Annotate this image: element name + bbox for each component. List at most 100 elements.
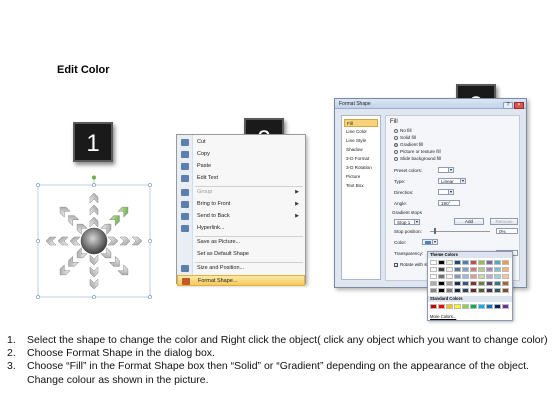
color-swatch[interactable]: [494, 288, 501, 293]
menu-item-cut[interactable]: Cut: [177, 137, 305, 148]
color-swatch[interactable]: [486, 304, 493, 309]
color-swatch[interactable]: [502, 260, 509, 265]
menu-item-bring-to-front[interactable]: Bring to Front ▶: [177, 199, 305, 210]
menu-item-paste[interactable]: Paste: [177, 161, 305, 172]
nav-item-fill[interactable]: Fill: [344, 119, 378, 127]
radio-button[interactable]: [394, 135, 398, 140]
color-swatch[interactable]: [446, 274, 453, 279]
color-swatch[interactable]: [502, 288, 509, 293]
color-swatch[interactable]: [430, 304, 437, 309]
fill-option-0[interactable]: No fill: [394, 128, 412, 133]
fill-option-3[interactable]: Picture or texture fill: [394, 149, 441, 154]
color-swatch[interactable]: [438, 288, 445, 293]
color-swatch[interactable]: [470, 281, 477, 286]
close-button[interactable]: ×: [514, 102, 524, 109]
stop-dropdown[interactable]: Stop 1 ▼: [394, 219, 420, 225]
color-swatch[interactable]: [454, 267, 461, 272]
radio-button[interactable]: [394, 156, 398, 161]
nav-item-shadow[interactable]: Shadow: [344, 146, 378, 154]
menu-item-save-as-picture[interactable]: Save as Picture...: [177, 237, 305, 248]
color-swatch[interactable]: [462, 304, 469, 309]
radio-button[interactable]: [394, 149, 398, 154]
color-swatch[interactable]: [478, 260, 485, 265]
color-swatch[interactable]: [446, 288, 453, 293]
color-swatch[interactable]: [454, 304, 461, 309]
type-dropdown[interactable]: Linear ▼: [438, 178, 466, 184]
color-swatch[interactable]: [478, 304, 485, 309]
color-swatch[interactable]: [454, 274, 461, 279]
color-swatch[interactable]: [494, 260, 501, 265]
color-swatch[interactable]: [446, 267, 453, 272]
rotate-handle[interactable]: [92, 175, 96, 180]
color-swatch[interactable]: [454, 260, 461, 265]
help-button[interactable]: ?: [503, 102, 513, 109]
stop-position-slider[interactable]: [430, 231, 490, 232]
menu-item-hyperlink[interactable]: Hyperlink...: [177, 223, 305, 234]
color-swatch[interactable]: [446, 281, 453, 286]
color-swatch[interactable]: [486, 281, 493, 286]
nav-item-3-d-format[interactable]: 3-D Format: [344, 155, 378, 163]
color-swatch[interactable]: [494, 274, 501, 279]
color-swatch[interactable]: [438, 260, 445, 265]
color-swatch[interactable]: [502, 267, 509, 272]
color-swatch[interactable]: [454, 281, 461, 286]
color-swatch[interactable]: [430, 274, 437, 279]
color-swatch[interactable]: [430, 267, 437, 272]
color-swatch[interactable]: [446, 260, 453, 265]
color-swatch[interactable]: [438, 274, 445, 279]
color-swatch[interactable]: [462, 281, 469, 286]
menu-item-send-to-back[interactable]: Send to Back ▶: [177, 211, 305, 222]
color-picker-button[interactable]: ▼: [422, 239, 438, 245]
color-swatch[interactable]: [430, 281, 437, 286]
color-swatch[interactable]: [462, 288, 469, 293]
color-swatch[interactable]: [438, 267, 445, 272]
color-swatch[interactable]: [494, 304, 501, 309]
color-swatch[interactable]: [470, 274, 477, 279]
color-swatch[interactable]: [438, 304, 445, 309]
nav-item-line-color[interactable]: Line Color: [344, 128, 378, 136]
color-swatch[interactable]: [462, 267, 469, 272]
menu-item-size-and-position[interactable]: Size and Position...: [177, 263, 305, 274]
menu-item-format-shape[interactable]: Format Shape...: [177, 275, 305, 286]
color-swatch[interactable]: [478, 267, 485, 272]
slider-thumb[interactable]: [434, 228, 436, 234]
menu-item-set-as-default-shape[interactable]: Set as Default Shape: [177, 249, 305, 260]
color-swatch[interactable]: [430, 260, 437, 265]
more-colors-link[interactable]: More Colors...: [430, 314, 456, 319]
nav-item-picture[interactable]: Picture: [344, 173, 378, 181]
fill-option-4[interactable]: Slide background fill: [394, 156, 441, 161]
arrow-burst-graphic[interactable]: [35, 175, 153, 300]
color-swatch[interactable]: [502, 281, 509, 286]
nav-item-line-style[interactable]: Line Style: [344, 137, 378, 145]
color-swatch[interactable]: [486, 288, 493, 293]
color-swatch[interactable]: [438, 281, 445, 286]
color-swatch[interactable]: [462, 260, 469, 265]
color-swatch[interactable]: [486, 260, 493, 265]
color-swatch[interactable]: [494, 267, 501, 272]
nav-item-text-box[interactable]: Text Box: [344, 182, 378, 190]
add-stop-button[interactable]: Add: [454, 218, 484, 225]
color-swatch[interactable]: [478, 274, 485, 279]
color-swatch[interactable]: [478, 281, 485, 286]
remove-stop-button[interactable]: Remove: [490, 218, 518, 225]
color-swatch[interactable]: [470, 304, 477, 309]
stop-position-input[interactable]: 0%: [496, 228, 518, 234]
selected-shape[interactable]: [35, 175, 153, 300]
color-swatch[interactable]: [470, 267, 477, 272]
radio-button[interactable]: [394, 128, 398, 133]
color-swatch[interactable]: [462, 274, 469, 279]
color-swatch[interactable]: [486, 267, 493, 272]
menu-item-group[interactable]: Group ▶: [177, 187, 305, 198]
direction-dropdown[interactable]: ▼: [438, 189, 454, 195]
preset-colors-dropdown[interactable]: ▼: [438, 167, 454, 173]
color-swatch[interactable]: [478, 288, 485, 293]
color-swatch[interactable]: [430, 288, 437, 293]
color-swatch[interactable]: [502, 274, 509, 279]
fill-option-2[interactable]: Gradient fill: [394, 142, 423, 147]
menu-item-edit-text[interactable]: Edit Text: [177, 173, 305, 184]
angle-input[interactable]: 190°: [438, 200, 460, 206]
color-swatch[interactable]: [454, 288, 461, 293]
menu-item-copy[interactable]: Copy: [177, 149, 305, 160]
fill-option-1[interactable]: Solid fill: [394, 135, 416, 140]
color-swatch[interactable]: [502, 304, 509, 309]
